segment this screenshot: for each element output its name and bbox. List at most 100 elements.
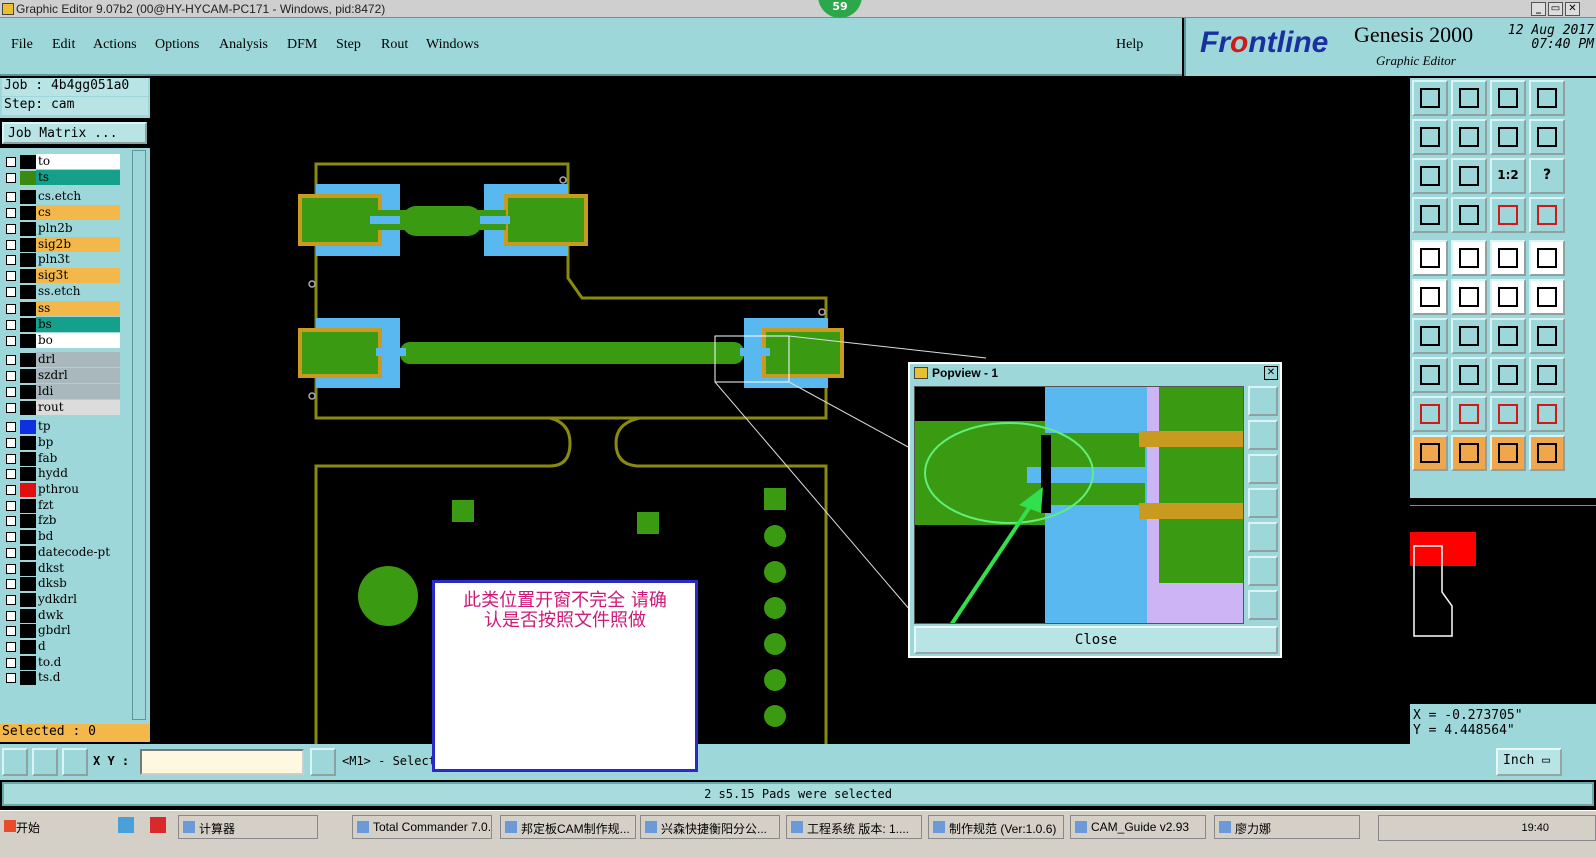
layer-row[interactable]: ss (0, 301, 122, 316)
circle-icon[interactable] (1529, 240, 1565, 276)
layer-name[interactable]: szdrl (36, 368, 120, 383)
select-box-icon[interactable] (1451, 435, 1487, 471)
layer-row[interactable]: datecode-pt (0, 545, 122, 560)
layer-row[interactable]: bp (0, 435, 122, 450)
layer-checkbox[interactable] (6, 287, 16, 297)
slash-icon[interactable] (1451, 318, 1487, 354)
snap-tool-icon[interactable] (1412, 197, 1448, 233)
taskbar-item[interactable]: 兴森快捷衡阳分公... (640, 815, 780, 839)
layer-checkbox[interactable] (6, 387, 16, 397)
layer-checkbox[interactable] (6, 371, 16, 381)
layer-name[interactable]: d (36, 639, 120, 654)
color-tool-icon[interactable] (1451, 240, 1487, 276)
triangle-c-icon[interactable] (1490, 396, 1526, 432)
layer-name[interactable]: to (36, 154, 120, 169)
layer-row[interactable]: fzb (0, 513, 122, 528)
pan-right-icon[interactable] (1451, 119, 1487, 155)
menu-edit[interactable]: Edit (52, 37, 75, 53)
menu-file[interactable]: File (11, 37, 33, 53)
popview-zoom-in-icon[interactable] (1248, 556, 1278, 586)
layer-checkbox[interactable] (6, 469, 16, 479)
layer-checkbox[interactable] (6, 658, 16, 668)
menu-dfm[interactable]: DFM (287, 37, 317, 53)
layer-name[interactable]: dkst (36, 561, 120, 576)
layer-row[interactable]: ts (0, 170, 122, 185)
fit-icon[interactable] (1529, 318, 1565, 354)
layer-row[interactable]: bo (0, 333, 122, 348)
layer-name[interactable]: datecode-pt (36, 545, 120, 560)
layer-name[interactable]: dksb (36, 576, 120, 591)
layer-name[interactable]: bs (36, 317, 120, 332)
pdf-icon[interactable] (150, 817, 166, 833)
quicklaunch-icon[interactable] (118, 817, 134, 833)
popview-pan-left-icon[interactable] (1248, 488, 1278, 518)
layer-checkbox[interactable] (6, 271, 16, 281)
popview-pan-up-icon[interactable] (1248, 420, 1278, 450)
select-path-icon[interactable] (1529, 435, 1565, 471)
layer-name[interactable]: hydd (36, 466, 120, 481)
layer-row[interactable]: dkst (0, 561, 122, 576)
units-selector[interactable]: Inch ▭ (1496, 748, 1562, 776)
line-icon[interactable] (1451, 357, 1487, 393)
layer-checkbox[interactable] (6, 532, 16, 542)
zoom-fit-icon[interactable] (1412, 158, 1448, 194)
minimize-button[interactable]: _ (1531, 2, 1546, 16)
layer-row[interactable]: ts.d (0, 670, 122, 685)
node-icon[interactable] (1412, 279, 1448, 315)
layer-row[interactable]: rout (0, 400, 122, 415)
layer-row[interactable]: to.d (0, 655, 122, 670)
triangle-b-icon[interactable] (1451, 396, 1487, 432)
taskbar-item[interactable]: 制作规范 (Ver:1.0.6) (928, 815, 1064, 839)
layer-row[interactable]: cs.etch (0, 189, 122, 204)
close-window-button[interactable]: ✕ (1565, 2, 1580, 16)
measure-icon[interactable] (1490, 357, 1526, 393)
grid-icon[interactable] (62, 748, 88, 776)
cross-icon[interactable] (1451, 279, 1487, 315)
menu-options[interactable]: Options (155, 37, 199, 53)
layer-name[interactable]: pln2b (36, 221, 120, 236)
layer-checkbox[interactable] (6, 485, 16, 495)
layer-checkbox[interactable] (6, 320, 16, 330)
layer-name[interactable]: fab (36, 451, 120, 466)
layer-name[interactable]: fzb (36, 513, 120, 528)
layer-name[interactable]: bp (36, 435, 120, 450)
layer-name[interactable]: tp (36, 419, 120, 434)
layer-checkbox[interactable] (6, 564, 16, 574)
layer-dots-icon[interactable] (1490, 197, 1526, 233)
layer-row[interactable]: sig3t (0, 268, 122, 283)
zoom-home-icon[interactable] (1490, 80, 1526, 116)
layer-row[interactable]: hydd (0, 466, 122, 481)
layer-name[interactable]: pthrou (36, 482, 120, 497)
layer-name[interactable]: ts.d (36, 670, 120, 685)
popview-zoom-out-icon[interactable] (1248, 590, 1278, 620)
layer-checkbox[interactable] (6, 336, 16, 346)
layer-row[interactable]: pthrou (0, 482, 122, 497)
layer-row[interactable]: gbdrl (0, 623, 122, 638)
layer-row[interactable]: fab (0, 451, 122, 466)
layer-name[interactable]: dwk (36, 608, 120, 623)
line-node-icon[interactable] (1490, 279, 1526, 315)
layer-checkbox[interactable] (6, 626, 16, 636)
layer-name[interactable]: ldi (36, 384, 120, 399)
menu-step[interactable]: Step (336, 37, 361, 53)
start-button[interactable]: 开始 (0, 815, 48, 839)
layer-checkbox[interactable] (6, 240, 16, 250)
layer-row[interactable]: to (0, 154, 122, 169)
layer-dots-alt-icon[interactable] (1529, 197, 1565, 233)
measure-icon[interactable] (32, 748, 58, 776)
layer-row[interactable]: d (0, 639, 122, 654)
layer-checkbox[interactable] (6, 611, 16, 621)
layer-row[interactable]: ss.etch (0, 284, 122, 299)
pan-left-icon[interactable] (1412, 119, 1448, 155)
layer-checkbox[interactable] (6, 438, 16, 448)
taskbar-item[interactable]: 工程系统 版本: 1.... (786, 815, 922, 839)
layer-checkbox[interactable] (6, 595, 16, 605)
layer-row[interactable]: cs (0, 205, 122, 220)
layer-row[interactable]: ydkdrl (0, 592, 122, 607)
layer-row[interactable]: dksb (0, 576, 122, 591)
point-icon[interactable] (1412, 357, 1448, 393)
select-arrow-icon[interactable] (1412, 435, 1448, 471)
layer-name[interactable]: cs.etch (36, 189, 120, 204)
popview-pan-down-icon[interactable] (1248, 454, 1278, 484)
info-icon[interactable] (310, 748, 336, 776)
